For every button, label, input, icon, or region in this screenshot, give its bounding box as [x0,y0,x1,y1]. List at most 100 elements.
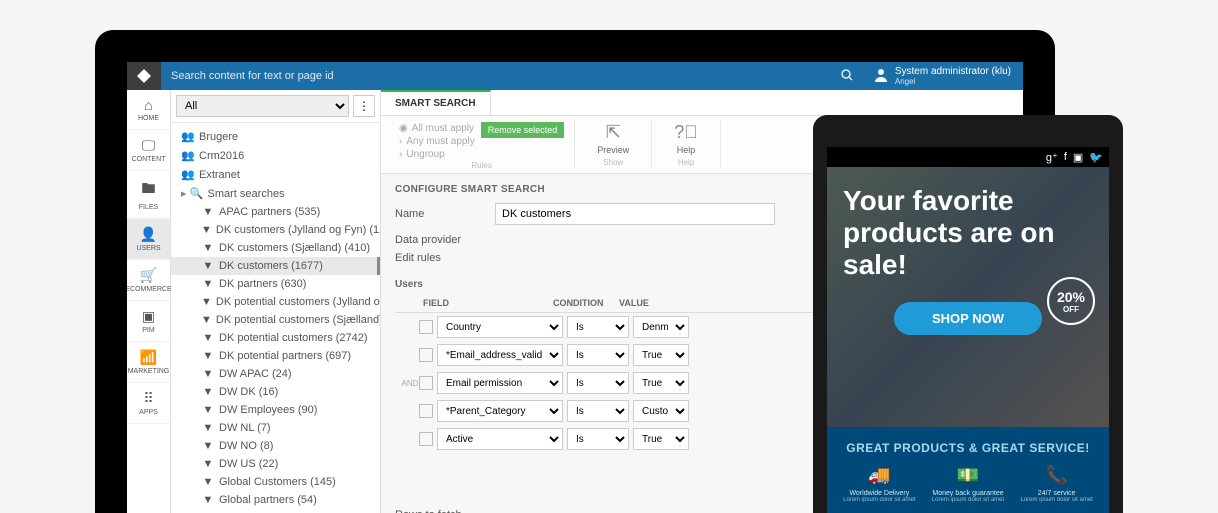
name-input[interactable] [495,203,775,225]
rule-checkbox[interactable] [419,376,433,390]
tree-icon: ▼ [201,386,215,398]
sidebar-tree: 👥Brugere 👥 Crm2016 👥Extranet▸🔍Smart searche… [171,123,380,513]
rule-field-select[interactable]: *Email_address_valid [437,344,563,366]
rule-checkbox[interactable] [419,348,433,362]
tree-icon: ▼ [201,476,215,488]
info-title: 24/7 service [1038,490,1076,497]
rule-value-select[interactable]: True [633,344,689,366]
global-search[interactable]: Search content for text or page id [161,69,873,84]
rule-checkbox[interactable] [419,404,433,418]
rule-field-select[interactable]: Active [437,428,563,450]
rule-condition-select[interactable]: Is [567,372,629,394]
rule-value-select[interactable]: Denmark [633,316,689,338]
tree-icon: ▼ [201,368,215,380]
tree-item[interactable]: ▼DW NO (8) [171,437,380,455]
user-menu[interactable]: System administrator (klu) Angel [873,66,1023,86]
app-logo[interactable] [127,62,161,90]
rail-icon: 🛒 [140,267,157,284]
tree-item[interactable]: 👥Extranet [171,165,380,184]
blog-icon[interactable]: ▣ [1073,151,1083,164]
tree-item[interactable]: ▼Global Customers (145) [171,473,380,491]
search-placeholder: Search content for text or page id [171,70,334,82]
col-condition: CONDITION [553,298,619,308]
help-button[interactable]: ?⃝ Help [662,122,710,155]
rule-condition-select[interactable]: Is [567,400,629,422]
tree-item[interactable]: ▼DK partners (630) [171,275,380,293]
tree-item[interactable]: ▼DW Employees (90) [171,401,380,419]
mobile-hero: Your favorite products are on sale! 20% … [827,167,1109,427]
tree-item[interactable]: ▼DW APAC (24) [171,365,380,383]
tree-item[interactable]: ▼DK potential customers (Jylland og Fyn)… [171,293,380,311]
rail-item-pim[interactable]: ▣PIM [127,301,170,342]
rail-item-apps[interactable]: ⠿APPS [127,383,170,424]
tree-item[interactable]: 👥 Crm2016 [171,146,380,165]
rule-field-select[interactable]: Email permission [437,372,563,394]
tree-item[interactable]: ▼DW US (22) [171,455,380,473]
rule-field-select[interactable]: *Parent_Category [437,400,563,422]
rail-item-home[interactable]: ⌂HOME [127,90,170,130]
col-value: VALUE [619,298,679,308]
tree-label: DW NL (7) [219,422,271,434]
info-icon: 💵 [957,465,979,486]
info-column: 🚚Worldwide DeliveryLorem ipsum dolor sit… [835,465,924,503]
rail-item-marketing[interactable]: 📶MARKETING [127,342,170,383]
tree-label: DK potential customers (2742) [219,332,368,344]
tree-icon: ▼ [201,404,215,416]
tree-item[interactable]: ▼DW NL (7) [171,419,380,437]
search-icon[interactable] [841,69,863,84]
sidebar-filter-button[interactable]: ⋮ [353,95,375,117]
tree-item[interactable]: ▼DK potential customers (2742) [171,329,380,347]
opt-ungroup[interactable]: ›Ungroup [399,148,475,161]
tree-item[interactable]: ▼APAC partners (535) [171,203,380,221]
info-title: Money back guarantee [932,490,1003,497]
tree-label: DW DK (16) [219,386,278,398]
rail-icon: 🖿 [142,178,156,202]
rule-condition-select[interactable]: Is [567,316,629,338]
sidebar-filter: All ⋮ [171,90,380,123]
rule-checkbox[interactable] [419,432,433,446]
tree-item[interactable]: ▼Global partners (54) [171,491,380,509]
rail-item-users[interactable]: 👤USERS [127,219,170,260]
mobile-frame: g⁺ f ▣ 🐦 Your favorite products are on s… [813,115,1123,513]
col-field: FIELD [423,298,553,308]
rail-item-ecommerce[interactable]: 🛒ECOMMERCE [127,260,170,301]
tree-item[interactable]: ▼DK customers (Jylland og Fyn) (1266) [171,221,380,239]
tree-item[interactable]: ▼ DK potential partners (697) [171,347,380,365]
tree-icon: ▼ [201,350,215,362]
rule-value-select[interactable]: True [633,372,689,394]
twitter-icon[interactable]: 🐦 [1089,151,1103,164]
facebook-icon[interactable]: f [1064,151,1067,163]
user-sub: Angel [895,77,1011,86]
tree-item[interactable]: 👥Brugere [171,127,380,146]
opt-all-must-apply[interactable]: ◉All must apply [399,122,475,135]
tree-label: Brugere [199,131,238,143]
tab-strip: SMART SEARCH [381,90,1023,116]
rail-item-content[interactable]: 🖵CONTENT [127,130,170,171]
tree-label: DK potential partners (697) [219,350,351,362]
rule-field-select[interactable]: Country [437,316,563,338]
tab-smart-search[interactable]: SMART SEARCH [381,90,491,115]
preview-button[interactable]: ⇱ Preview [585,122,641,155]
opt-any-must-apply[interactable]: ›Any must apply [399,135,475,148]
shop-now-button[interactable]: SHOP NOW [894,302,1042,335]
rule-value-select[interactable]: Customer [633,400,689,422]
tree-item[interactable]: ▼DK customers (Sjælland) (410) [171,239,380,257]
tree-icon: 👥 [181,149,195,162]
tree-label: Crm2016 [199,150,244,162]
toolbar-help-group: ?⃝ Help Help [652,120,721,169]
rule-condition-select[interactable]: Is [567,428,629,450]
rule-value-select[interactable]: True [633,428,689,450]
tree-item[interactable]: ▼DK customers (1677) [171,257,380,275]
tree-item[interactable]: ▼ DW DK (16) [171,383,380,401]
hero-title: Your favorite products are on sale! [843,185,1093,282]
remove-selected-button[interactable]: Remove selected [481,122,565,138]
rule-condition-select[interactable]: Is [567,344,629,366]
tree-item[interactable]: ▼DK potential customers (Sjælland) (1074… [171,311,380,329]
rail-icon: 📶 [140,349,157,366]
tree-item[interactable]: ▸🔍Smart searches [171,184,380,203]
sidebar-filter-select[interactable]: All [176,95,349,117]
gplus-icon[interactable]: g⁺ [1046,151,1058,164]
rail-label: HOME [138,115,159,122]
rule-checkbox[interactable] [419,320,433,334]
rail-item-files[interactable]: 🖿FILES [127,171,170,219]
